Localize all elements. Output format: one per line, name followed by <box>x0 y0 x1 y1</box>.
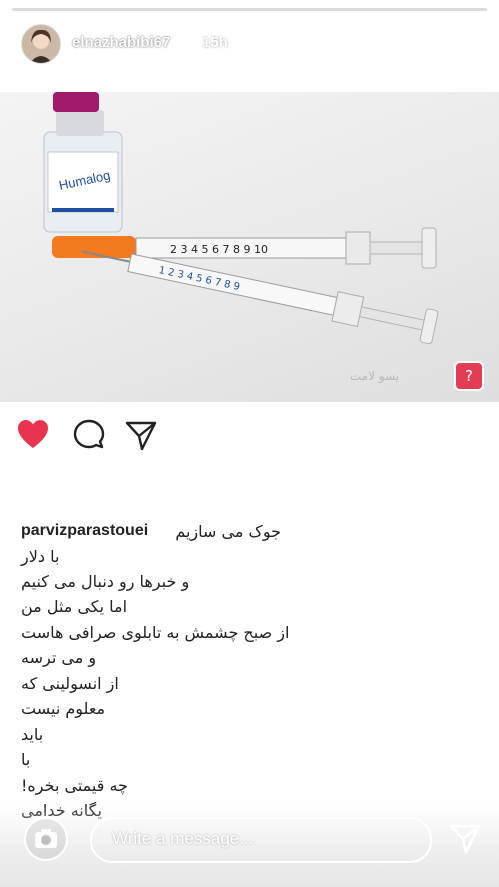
caption-line-5: از صبح چشمش به تابلوی صرافی هاست <box>21 623 290 642</box>
caption-author[interactable]: parvizparastouei <box>21 522 148 540</box>
caption-line-9: باید <box>21 725 44 744</box>
caption-line-11: چه قیمتی بخره! <box>21 776 128 795</box>
message-placeholder: Write a message... <box>112 829 254 848</box>
caption-line-7: از انسولینی که <box>21 674 119 693</box>
story-progress-bar <box>12 8 487 11</box>
post-image: Humalog 2 3 4 5 6 7 8 9 10 1 2 3 4 5 6 7… <box>0 92 499 402</box>
caption-line-4: اما یکی مثل من <box>21 597 128 616</box>
share-icon[interactable] <box>124 418 158 452</box>
syringe-top: 2 3 4 5 6 7 8 9 10 <box>52 227 437 269</box>
heart-icon[interactable] <box>16 418 50 452</box>
svg-text:2 3 4 5 6 7 8 9 10: 2 3 4 5 6 7 8 9 10 <box>170 243 268 256</box>
watermark-text: یسو لامت <box>350 369 400 383</box>
caption-line-1: جوک می سازیم <box>175 522 281 541</box>
watermark-logo-icon: ? <box>454 361 484 391</box>
caption-line-10: با <box>21 750 31 769</box>
comment-icon[interactable] <box>72 418 106 452</box>
avatar[interactable] <box>21 24 61 64</box>
post-actions <box>0 402 499 470</box>
caption-line-2: با دلار <box>21 547 60 566</box>
caption-line-3: و خبرها رو دنبال می کنیم <box>21 572 190 591</box>
story-header: elnazhabibi67 15h <box>0 0 499 92</box>
story-time: 15h <box>202 34 228 51</box>
camera-icon <box>35 829 57 848</box>
insulin-bottle: Humalog <box>43 92 123 233</box>
caption-line-6: و می ترسه <box>21 648 97 667</box>
caption-text: جوک می سازیم <box>175 522 281 541</box>
story-username[interactable]: elnazhabibi67 <box>72 34 170 51</box>
caption-line-8: معلوم نیست <box>21 699 106 718</box>
send-icon[interactable] <box>448 821 482 855</box>
camera-button[interactable] <box>24 817 68 861</box>
